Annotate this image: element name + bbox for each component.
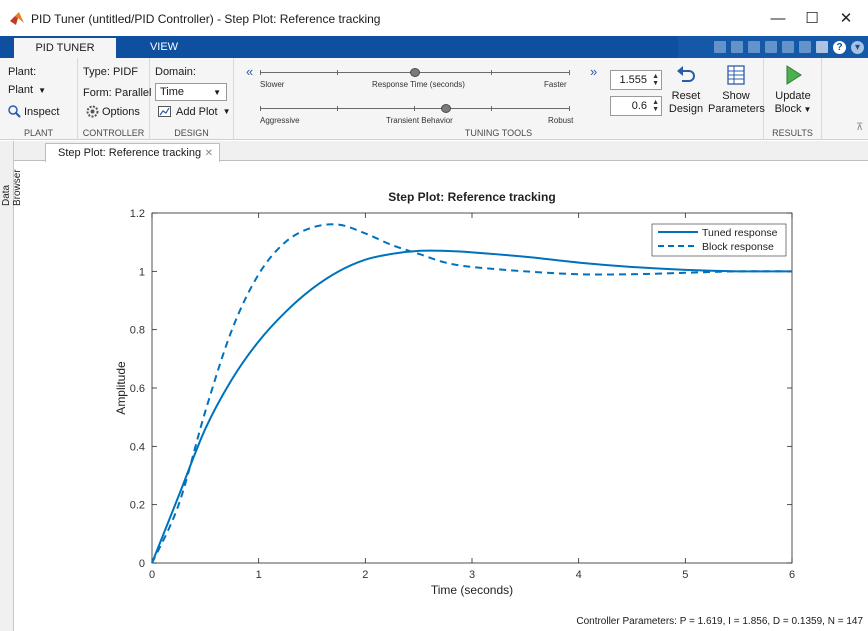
legend-label-block: Block response — [702, 241, 774, 253]
y-tick-label: 0 — [139, 558, 145, 570]
x-tick-label: 2 — [362, 569, 368, 581]
chart-title: Step Plot: Reference tracking — [388, 190, 555, 204]
x-tick-label: 6 — [789, 569, 795, 581]
x-tick-label: 4 — [576, 569, 582, 581]
legend-label-tuned: Tuned response — [702, 227, 778, 239]
x-tick-label: 0 — [149, 569, 155, 581]
x-tick-label: 1 — [256, 569, 262, 581]
x-tick-label: 5 — [682, 569, 688, 581]
y-tick-label: 0.6 — [130, 383, 145, 395]
y-tick-label: 0.4 — [130, 441, 145, 453]
y-tick-label: 0.8 — [130, 325, 145, 337]
y-axis-label: Amplitude — [114, 361, 128, 415]
chart-legend: Tuned response Block response — [651, 223, 787, 257]
x-tick-label: 3 — [469, 569, 475, 581]
plot-area — [151, 212, 793, 564]
step-plot: Step Plot: Reference tracking 0 1 2 3 4 5 6 0 0.… — [114, 190, 795, 597]
y-tick-label: 1 — [139, 266, 145, 278]
y-tick-label: 0.2 — [130, 500, 145, 512]
y-tick-label: 1.2 — [130, 208, 145, 220]
controller-parameters-status: Controller Parameters: P = 1.619, I = 1.… — [576, 616, 863, 627]
x-axis-label: Time (seconds) — [431, 583, 513, 597]
